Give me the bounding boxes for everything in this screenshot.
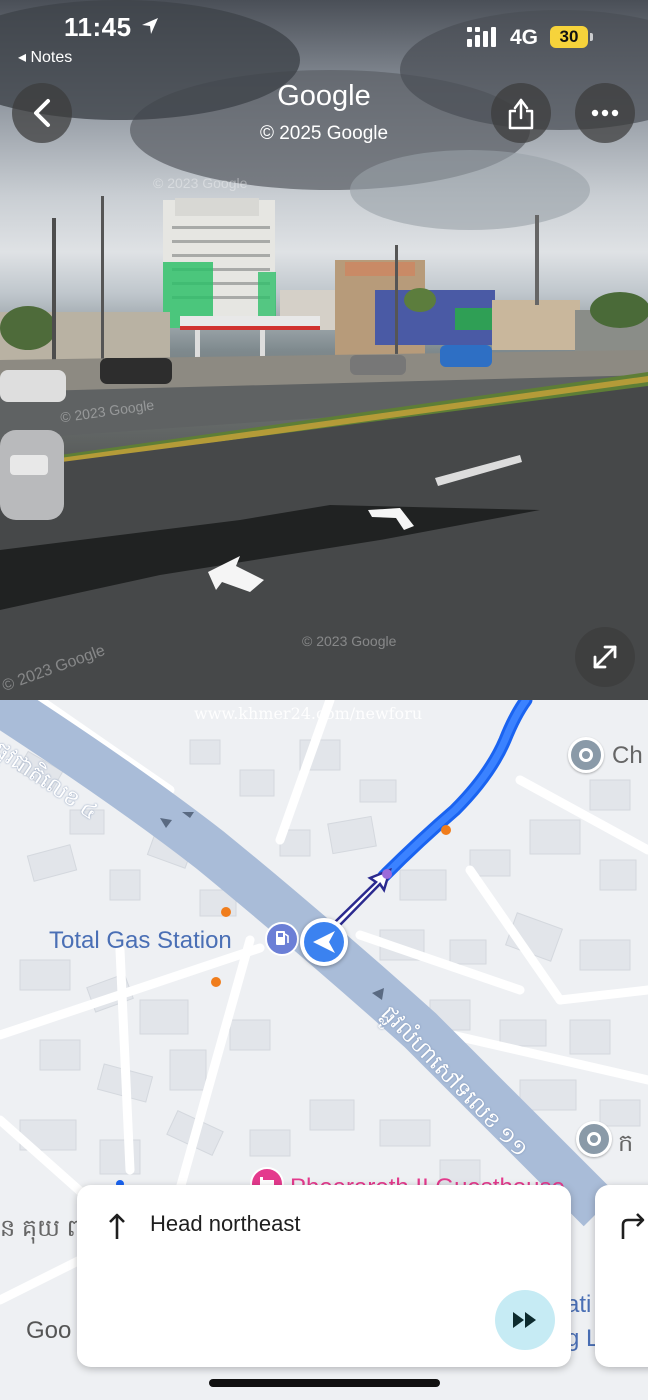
place-label-khmer[interactable]: ក: [618, 1128, 633, 1163]
network-type: 4G: [510, 26, 539, 49]
expand-button[interactable]: [575, 627, 635, 687]
back-button[interactable]: [12, 83, 72, 143]
place-label-khmer-left: ន គុយ ព: [0, 1215, 82, 1242]
arrow-up-icon: [109, 1213, 125, 1239]
gas-station-icon[interactable]: [265, 922, 299, 956]
street-view-title: Google: [277, 80, 371, 112]
current-location-marker: [300, 918, 348, 966]
battery-level: 30: [559, 27, 579, 46]
next-step-card[interactable]: [595, 1185, 648, 1367]
fuel-pump-icon: [276, 931, 289, 945]
fast-forward-button[interactable]: [495, 1290, 555, 1350]
place-pin[interactable]: [576, 1121, 612, 1157]
more-options-button[interactable]: [575, 83, 635, 143]
battery-icon: 30: [550, 26, 594, 48]
place-label-ch[interactable]: Ch: [612, 742, 643, 770]
place-label-gas-station[interactable]: Total Gas Station: [49, 927, 232, 955]
google-logo: Goo: [26, 1317, 72, 1344]
map-watermark: www.khmer24.com/newforu: [194, 704, 423, 723]
turn-right-icon: [621, 1213, 645, 1239]
map-view[interactable]: www.khmer24.com/newforu ផ្លូវជាតិលេខ ៤ ផ…: [0, 700, 648, 1400]
navigation-arrow-icon: [313, 931, 335, 953]
direction-step-card[interactable]: Head northeast: [77, 1185, 571, 1367]
signal-icon: [467, 27, 496, 47]
street-view-panel[interactable]: © 2023 Google © 2023 Google © 2023 Googl…: [0, 0, 648, 700]
status-time: 11:45: [64, 12, 132, 42]
location-arrow-icon: [142, 18, 158, 34]
expand-icon: [593, 645, 617, 669]
more-horizontal-icon: [591, 109, 619, 117]
direction-instruction: Head northeast: [150, 1211, 301, 1236]
home-indicator[interactable]: [209, 1379, 440, 1387]
fast-forward-icon: [513, 1312, 536, 1328]
photo-watermark: © 2023 Google: [153, 175, 248, 191]
share-icon: [508, 98, 534, 130]
back-to-app-link[interactable]: ◂ Notes: [18, 47, 72, 67]
share-button[interactable]: [491, 83, 551, 143]
photo-watermark: © 2023 Google: [302, 633, 397, 649]
chevron-left-icon: [34, 99, 50, 127]
status-bar: 11:45 ◂ Notes 4G 30: [0, 0, 648, 70]
place-pin[interactable]: [568, 737, 604, 773]
street-view-copyright: © 2025 Google: [259, 123, 389, 144]
